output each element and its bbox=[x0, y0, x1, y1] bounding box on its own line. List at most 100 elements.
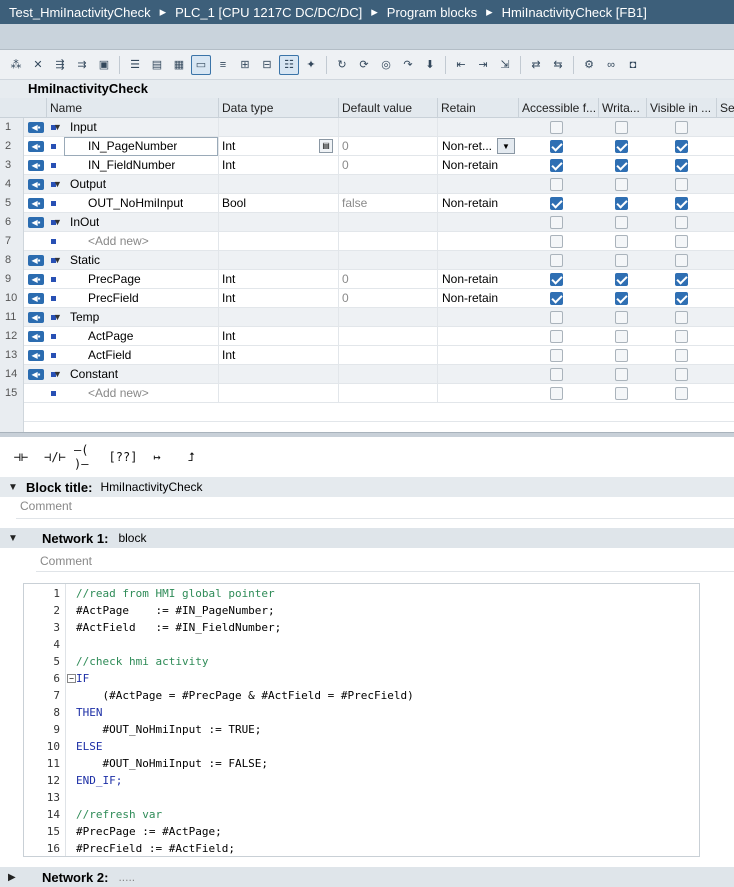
writable-checkbox[interactable] bbox=[615, 273, 628, 286]
data-type-cell[interactable]: Int bbox=[218, 156, 337, 175]
visible-checkbox[interactable] bbox=[675, 159, 688, 172]
code-line[interactable]: 7 (#ActPage = #PrecPage & #ActField = #P… bbox=[24, 687, 699, 704]
coil-icon[interactable]: –( )– bbox=[74, 443, 104, 471]
interface-row[interactable]: 5 ◀▪ OUT_NoHmiInput Bool false Non-retain bbox=[0, 194, 734, 213]
indent-icon[interactable]: ⇲ bbox=[495, 55, 515, 75]
network-1-header[interactable]: ▼ Network 1: block bbox=[0, 528, 734, 548]
accessible-checkbox[interactable] bbox=[550, 254, 563, 267]
data-type-cell[interactable] bbox=[218, 213, 337, 232]
interface-row[interactable]: 12 ◀▪ ActPage Int bbox=[0, 327, 734, 346]
retain-cell[interactable]: Non-retain bbox=[437, 289, 517, 308]
column-visible[interactable]: Visible in ... bbox=[646, 98, 716, 118]
code-line[interactable]: 1 //read from HMI global pointer bbox=[24, 585, 699, 602]
column-accessible[interactable]: Accessible f... bbox=[518, 98, 598, 118]
visible-checkbox[interactable] bbox=[675, 178, 688, 191]
retain-cell[interactable] bbox=[437, 327, 517, 346]
writable-checkbox[interactable] bbox=[615, 178, 628, 191]
list-view-icon[interactable]: ☷ bbox=[279, 54, 299, 75]
column-writable[interactable]: Writa... bbox=[598, 98, 646, 118]
retain-cell[interactable] bbox=[437, 308, 517, 327]
fold-toggle-icon[interactable]: − bbox=[67, 674, 76, 683]
variable-name[interactable]: PrecPage bbox=[88, 270, 141, 289]
absolute-operands-icon[interactable]: ☰ bbox=[125, 55, 145, 75]
interface-row[interactable]: 4 ◀▪ ▼ Output bbox=[0, 175, 734, 194]
visible-checkbox[interactable] bbox=[675, 330, 688, 343]
download-icon[interactable]: ⬇ bbox=[420, 55, 440, 75]
block-title-value[interactable]: HmiInactivityCheck bbox=[100, 480, 202, 494]
default-value-cell[interactable]: 0 bbox=[338, 289, 436, 308]
properties-icon[interactable]: ⚙ bbox=[579, 55, 599, 75]
code-line[interactable]: 4 bbox=[24, 636, 699, 653]
highlight-icon[interactable]: ✦ bbox=[301, 55, 321, 75]
section-name[interactable]: Temp bbox=[70, 308, 99, 327]
variable-name[interactable]: PrecField bbox=[88, 289, 139, 308]
data-type-cell[interactable]: Int bbox=[218, 346, 337, 365]
writable-checkbox[interactable] bbox=[615, 254, 628, 267]
network-2-header[interactable]: ▶ Network 2: ..... bbox=[0, 867, 734, 887]
data-type-cell[interactable] bbox=[218, 118, 337, 137]
expand-triangle-icon[interactable]: ▶ bbox=[0, 872, 32, 883]
insert-row-icon[interactable]: ⇶ bbox=[50, 55, 70, 75]
delete-network-icon[interactable]: ✕ bbox=[28, 55, 48, 75]
default-value-cell[interactable]: 0 bbox=[338, 270, 436, 289]
retain-cell[interactable]: Non-retain bbox=[437, 156, 517, 175]
data-type-cell[interactable] bbox=[218, 251, 337, 270]
tag-info-icon[interactable]: ⊟ bbox=[257, 55, 277, 75]
variable-name[interactable]: ActField bbox=[88, 346, 131, 365]
accessible-checkbox[interactable] bbox=[550, 140, 563, 153]
code-line[interactable]: 9 #OUT_NoHmiInput := TRUE; bbox=[24, 721, 699, 738]
visible-checkbox[interactable] bbox=[675, 292, 688, 305]
column-setpoint[interactable]: Set bbox=[716, 98, 734, 118]
code-line[interactable]: 13 bbox=[24, 789, 699, 806]
glasses-icon[interactable]: ∞ bbox=[601, 55, 621, 75]
breadcrumb-plc[interactable]: PLC_1 [CPU 1217C DC/DC/DC] bbox=[172, 5, 365, 20]
variable-name[interactable]: <Add new> bbox=[88, 384, 149, 403]
writable-checkbox[interactable] bbox=[615, 387, 628, 400]
network-comment-icon[interactable]: ▤ bbox=[147, 55, 167, 75]
default-value-cell[interactable]: false bbox=[338, 194, 436, 213]
data-type-cell[interactable] bbox=[218, 232, 337, 251]
show-favorites-icon[interactable]: ≡ bbox=[213, 55, 233, 75]
section-name[interactable]: InOut bbox=[70, 213, 99, 232]
expand-triangle-icon[interactable]: ▼ bbox=[53, 308, 62, 327]
section-name[interactable]: Constant bbox=[70, 365, 118, 384]
data-type-cell[interactable] bbox=[218, 175, 337, 194]
writable-checkbox[interactable] bbox=[615, 216, 628, 229]
default-value-cell[interactable] bbox=[338, 232, 436, 251]
code-line[interactable]: 8 THEN bbox=[24, 704, 699, 721]
interface-row[interactable]: 13 ◀▪ ActField Int bbox=[0, 346, 734, 365]
retain-dropdown-icon[interactable]: ▼ bbox=[497, 138, 515, 154]
next-error-icon[interactable]: ⇥ bbox=[473, 55, 493, 75]
default-value-cell[interactable] bbox=[338, 365, 436, 384]
plc-tag-icon[interactable]: ▣ bbox=[94, 55, 114, 75]
data-type-cell[interactable]: Int bbox=[218, 327, 337, 346]
visible-checkbox[interactable] bbox=[675, 368, 688, 381]
sync-icon[interactable]: ⇆ bbox=[548, 55, 568, 75]
default-value-cell[interactable] bbox=[338, 384, 436, 403]
empty-box-icon[interactable]: [??] bbox=[108, 445, 138, 469]
accessible-checkbox[interactable] bbox=[550, 368, 563, 381]
monitor-icon[interactable]: ↻ bbox=[332, 55, 352, 75]
variable-name[interactable]: ActPage bbox=[88, 327, 133, 346]
breadcrumb-program-blocks[interactable]: Program blocks bbox=[384, 5, 480, 20]
go-to-error-icon[interactable]: ⇤ bbox=[451, 55, 471, 75]
interface-row[interactable]: 2 ◀▪ IN_PageNumber Int ▤ 0 Non-ret... ▼ bbox=[0, 137, 734, 156]
interface-row[interactable]: 1 ◀▪ ▼ Input bbox=[0, 118, 734, 137]
expand-networks-icon[interactable]: ▦ bbox=[169, 55, 189, 75]
code-line[interactable]: 2 #ActPage := #IN_PageNumber; bbox=[24, 602, 699, 619]
column-default-value[interactable]: Default value bbox=[338, 98, 437, 118]
variable-name[interactable]: OUT_NoHmiInput bbox=[88, 194, 183, 213]
accessible-checkbox[interactable] bbox=[550, 311, 563, 324]
accessible-checkbox[interactable] bbox=[550, 330, 563, 343]
retain-cell[interactable] bbox=[437, 365, 517, 384]
default-value-cell[interactable] bbox=[338, 251, 436, 270]
visible-checkbox[interactable] bbox=[675, 121, 688, 134]
accessible-checkbox[interactable] bbox=[550, 178, 563, 191]
data-type-cell[interactable]: Int bbox=[218, 289, 337, 308]
writable-checkbox[interactable] bbox=[615, 311, 628, 324]
network-1-comment[interactable]: Comment bbox=[36, 552, 734, 572]
collapse-triangle-icon[interactable]: ▼ bbox=[0, 533, 32, 544]
expand-triangle-icon[interactable]: ▼ bbox=[53, 175, 62, 194]
default-value-cell[interactable] bbox=[338, 175, 436, 194]
code-line[interactable]: 6− IF bbox=[24, 670, 699, 687]
